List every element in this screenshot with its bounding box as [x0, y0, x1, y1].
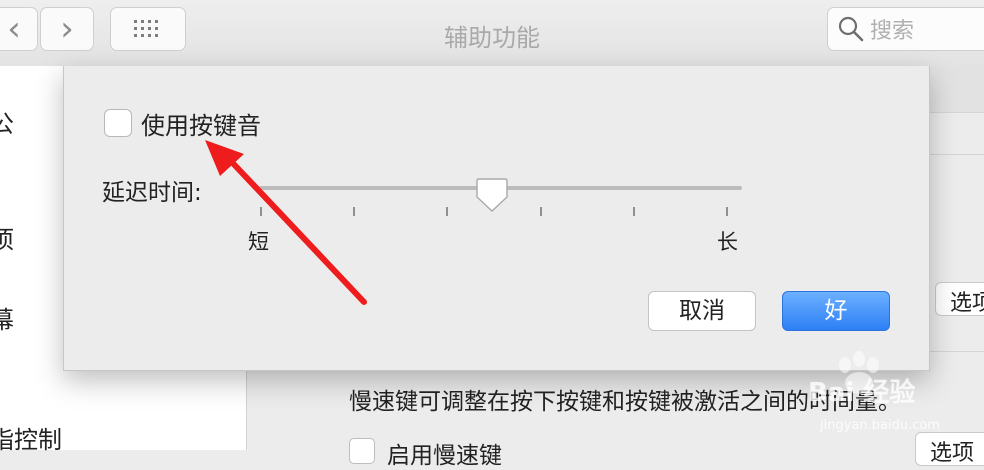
watermark-url: jingyan.baidu.com [820, 418, 940, 433]
watermark-text: Bai 经验 [808, 378, 916, 408]
